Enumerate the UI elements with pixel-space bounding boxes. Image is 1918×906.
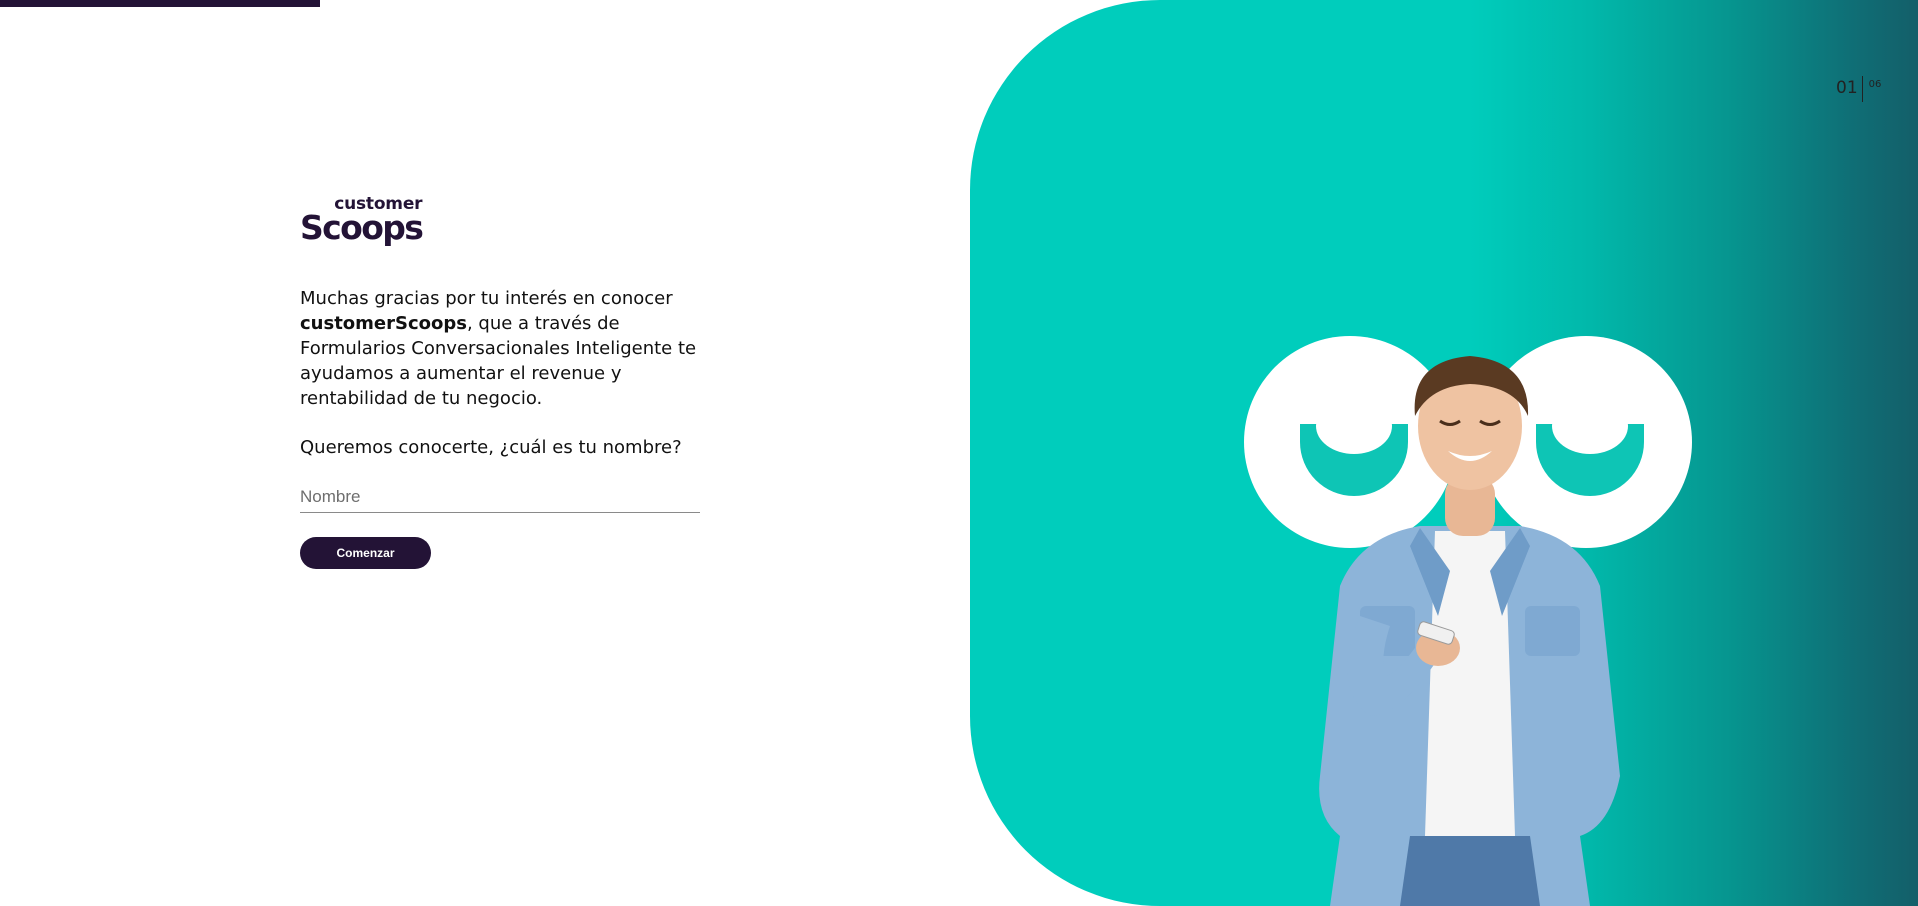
page-divider xyxy=(1861,76,1863,102)
page-total: 06 xyxy=(1868,79,1882,90)
hero-person-image xyxy=(1319,356,1620,906)
customer-scoops-logo: customer Scoops xyxy=(300,196,424,247)
name-question: Queremos conocerte, ¿cuál es tu nombre? xyxy=(300,437,682,458)
name-input[interactable] xyxy=(300,482,700,513)
progress-bar-fill xyxy=(0,0,321,7)
intro-brand-name: customerScoops xyxy=(300,313,467,334)
form-panel: customer Scoops Muchas gracias por tu in… xyxy=(300,196,720,569)
hero-panel xyxy=(970,0,1918,906)
page-counter: 01 06 xyxy=(1836,76,1881,102)
logo-text-bottom: Scoops xyxy=(300,208,424,247)
intro-text-before: Muchas gracias por tu interés en conocer xyxy=(300,288,673,309)
page-current: 01 xyxy=(1836,78,1858,98)
start-button[interactable]: Comenzar xyxy=(300,537,431,569)
intro-text: Muchas gracias por tu interés en conocer… xyxy=(300,286,720,411)
page: customer Scoops Muchas gracias por tu in… xyxy=(0,0,1918,906)
